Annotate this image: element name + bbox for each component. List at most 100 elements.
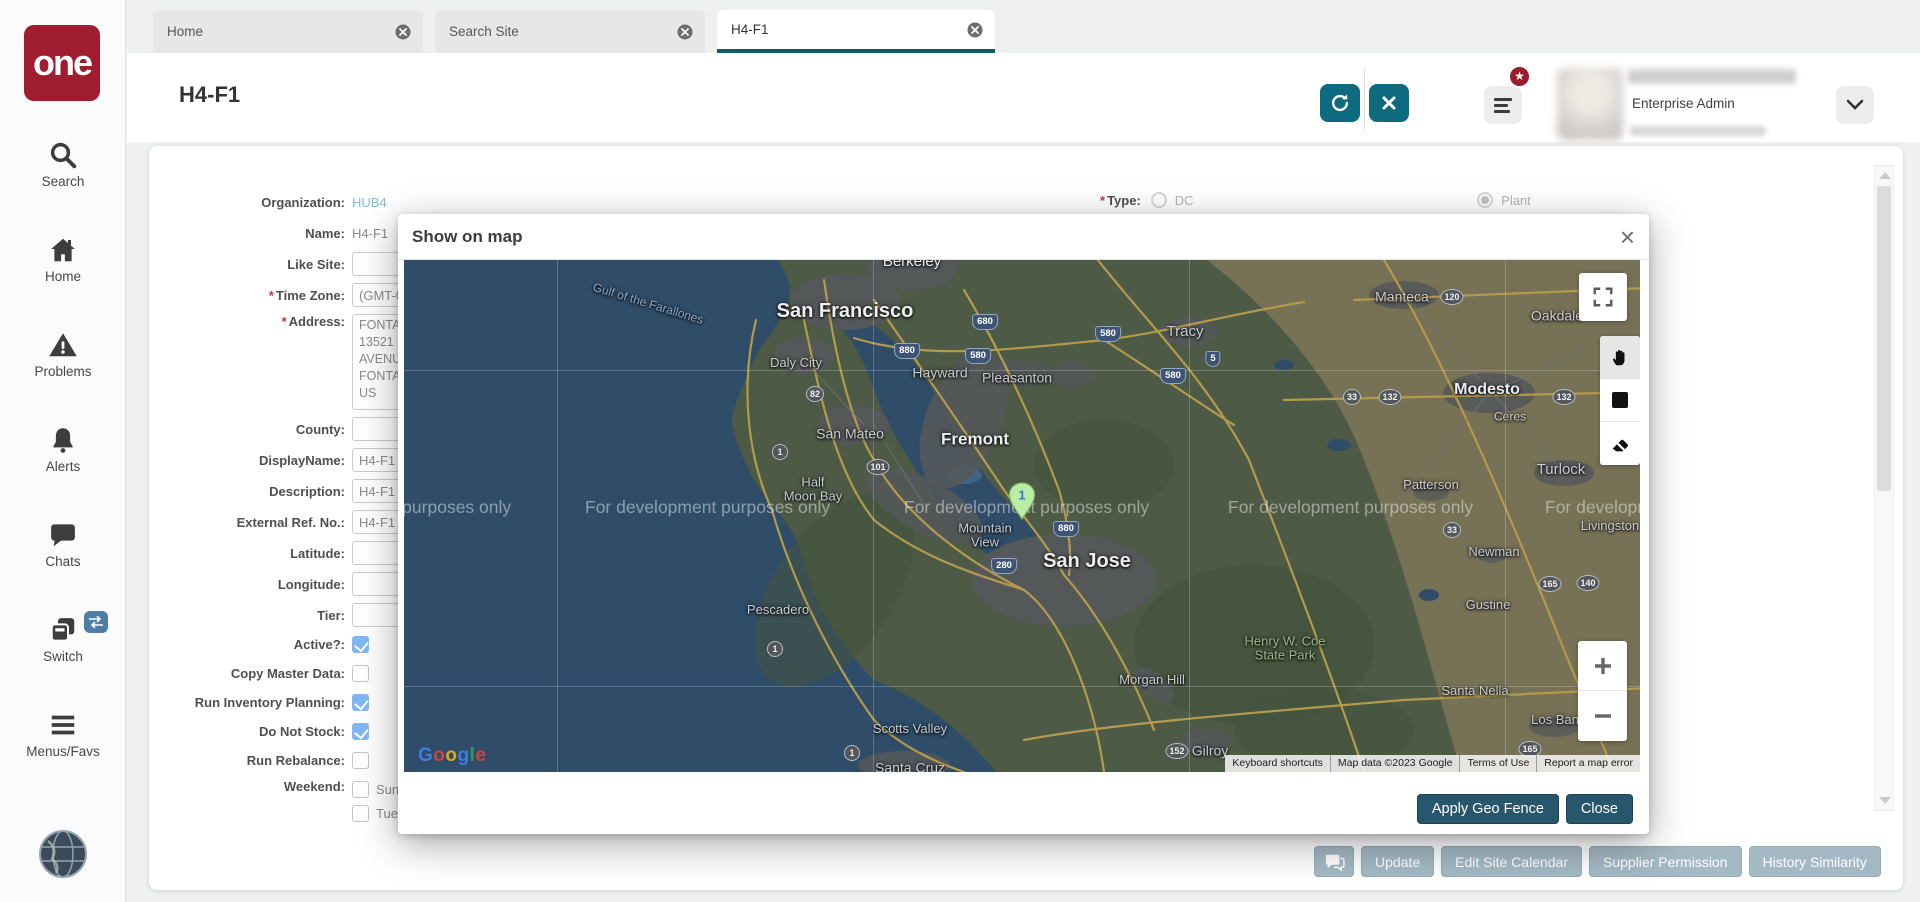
map-label: Pleasanton	[982, 370, 1052, 385]
route-shield: 165	[1538, 576, 1561, 592]
map-label: MountainView	[958, 522, 1011, 551]
sidebar-item-switch[interactable]: Switch	[0, 607, 126, 664]
scroll-up-arrow[interactable]	[1879, 172, 1891, 179]
run-inventory-planning-checkbox[interactable]	[352, 694, 369, 711]
attribution-link[interactable]: Report a map error	[1536, 755, 1640, 772]
sunday-checkbox[interactable]	[352, 781, 369, 798]
tab-close-icon[interactable]	[395, 24, 411, 40]
sidebar-item-menus-favs[interactable]: Menus/Favs	[0, 702, 126, 759]
run-rebalance-checkbox[interactable]	[352, 752, 369, 769]
map-label: Gustine	[1466, 598, 1511, 612]
dialog-close-icon[interactable]: ×	[1620, 227, 1635, 247]
sidebar-item-alerts[interactable]: Alerts	[0, 417, 126, 474]
map-fullscreen-button[interactable]	[1579, 273, 1627, 321]
attribution-link[interactable]: Terms of Use	[1459, 755, 1536, 772]
page-header: H4-F1 ★ Enterprise Admin	[127, 53, 1920, 142]
sidebar-item-problems[interactable]: Problems	[0, 322, 126, 379]
field-label: External Ref. No.:	[160, 515, 345, 530]
supplier-permission-button[interactable]: Supplier Permission	[1589, 846, 1742, 877]
radio-dc[interactable]	[1151, 192, 1167, 208]
tab-close-icon[interactable]	[677, 24, 693, 40]
page-action-bar: UpdateEdit Site CalendarSupplier Permiss…	[1314, 846, 1881, 877]
comments-button[interactable]	[1314, 846, 1354, 877]
map-watermark: For development purposes only	[585, 497, 830, 518]
copy-master-data-checkbox[interactable]	[352, 665, 369, 682]
type-option-dc[interactable]: DC	[1151, 192, 1194, 208]
field-label: *Address:	[160, 314, 345, 329]
do-not-stock-checkbox[interactable]	[352, 723, 369, 740]
type-option-plant[interactable]: Plant	[1477, 192, 1531, 208]
hand-icon	[1609, 346, 1631, 368]
edit-site-calendar-button[interactable]: Edit Site Calendar	[1441, 846, 1582, 877]
update-button[interactable]: Update	[1361, 846, 1434, 877]
google-logo[interactable]: Google	[418, 745, 486, 767]
refresh-icon	[1329, 92, 1351, 114]
map-label: Pescadero	[747, 603, 809, 617]
field-label: Do Not Stock:	[160, 724, 345, 739]
apply-geo-fence-button[interactable]: Apply Geo Fence	[1417, 794, 1559, 824]
tab-search-site[interactable]: Search Site	[435, 10, 705, 53]
map-label: Morgan Hill	[1119, 673, 1185, 687]
user-name-redacted	[1628, 69, 1796, 84]
pan-hand-tool[interactable]	[1600, 336, 1640, 379]
active-checkbox[interactable]	[352, 636, 369, 653]
attribution-link[interactable]: Map data ©2023 Google	[1330, 755, 1460, 772]
refresh-button[interactable]	[1320, 84, 1360, 122]
switch-icon	[48, 615, 78, 645]
organization-link[interactable]: HUB4	[352, 195, 387, 210]
tab-label: Search Site	[449, 24, 519, 39]
scrollbar-thumb[interactable]	[1877, 186, 1891, 491]
map-label: Henry W. CoeState Park	[1245, 635, 1326, 664]
radio-label: Plant	[1501, 193, 1531, 208]
tab-home[interactable]: Home	[153, 10, 423, 53]
globe-avatar-icon[interactable]	[38, 829, 88, 879]
map-label: Oakdale	[1531, 308, 1583, 323]
sidebar-item-label: Problems	[34, 364, 91, 379]
warning-icon	[48, 330, 78, 360]
map-label: Newman	[1468, 545, 1519, 559]
map-label: Turlock	[1537, 462, 1586, 479]
map-marker-1[interactable]: 1	[1008, 482, 1036, 520]
route-shield: 120	[1440, 289, 1463, 305]
dialog-header: Show on map ×	[398, 214, 1649, 260]
tab-bar: Home Search Site H4-F1	[153, 10, 995, 53]
tab-close-icon[interactable]	[967, 22, 983, 38]
interstate-shield: 880	[894, 343, 920, 359]
erase-tool[interactable]	[1600, 422, 1640, 465]
user-avatar[interactable]	[1557, 68, 1623, 140]
one-network-logo[interactable]: one	[24, 25, 100, 101]
sidebar-item-home[interactable]: Home	[0, 227, 126, 284]
scroll-down-arrow[interactable]	[1879, 797, 1891, 804]
zoom-in-button[interactable]	[1578, 641, 1627, 691]
sidebar-item-search[interactable]: Search	[0, 132, 126, 189]
notifications-menu-button[interactable]	[1484, 86, 1522, 124]
field-label: Copy Master Data:	[160, 666, 345, 681]
map-drawing-toolbar	[1600, 336, 1640, 465]
field-label: Like Site:	[160, 257, 345, 272]
tuesday-checkbox[interactable]	[352, 805, 369, 822]
draw-rectangle-tool[interactable]	[1600, 379, 1640, 422]
attribution-link[interactable]: Keyboard shortcuts	[1225, 755, 1329, 772]
dialog-close-button[interactable]: Close	[1566, 794, 1633, 824]
history-similarity-button[interactable]: History Similarity	[1749, 846, 1881, 877]
map-label: Fremont	[941, 431, 1009, 450]
dialog-title: Show on map	[412, 227, 523, 247]
google-map[interactable]: For development purposes only For develop…	[404, 260, 1640, 772]
user-menu-chevron-button[interactable]	[1836, 86, 1874, 124]
vertical-scrollbar[interactable]	[1874, 165, 1894, 811]
map-zoom-control	[1578, 641, 1627, 741]
map-watermark: For development purposes only	[404, 497, 511, 518]
map-label: Livingston	[1581, 519, 1640, 533]
interstate-shield: 680	[972, 314, 998, 330]
tab-h4-f1[interactable]: H4-F1	[717, 10, 995, 53]
radio-plant[interactable]	[1477, 192, 1493, 208]
close-page-button[interactable]	[1369, 84, 1409, 122]
zoom-out-button[interactable]	[1578, 691, 1627, 741]
field-label: County:	[160, 422, 345, 437]
sidebar-item-label: Home	[45, 269, 81, 284]
sidebar-item-chats[interactable]: Chats	[0, 512, 126, 569]
map-label: San Francisco	[777, 300, 914, 322]
map-label: Manteca	[1375, 289, 1429, 304]
map-label: Patterson	[1403, 478, 1459, 492]
notification-star-badge: ★	[1508, 65, 1531, 88]
